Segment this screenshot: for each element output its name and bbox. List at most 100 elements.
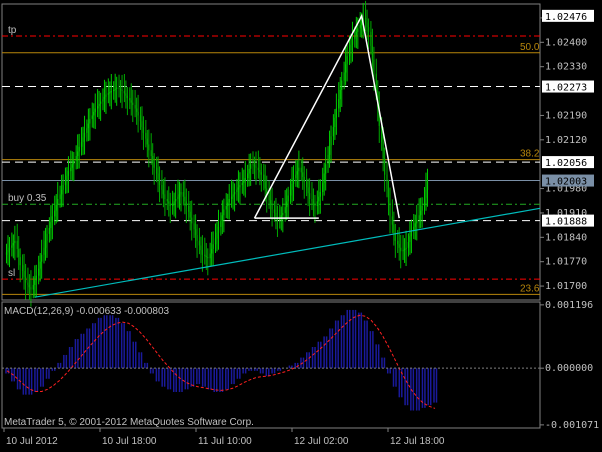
candle-body (173, 201, 175, 204)
chart-background (0, 0, 602, 452)
candle-body (41, 254, 43, 262)
candle-body (268, 195, 270, 201)
candle-body (113, 89, 115, 92)
tag-1.01888: 1.01888 (545, 217, 587, 228)
candle-body (21, 265, 24, 271)
candle-body (330, 136, 332, 146)
candle-body (116, 87, 118, 89)
candle-body (59, 194, 61, 200)
candle-body (11, 245, 13, 248)
candle-body (94, 108, 96, 112)
macd-tick-label: 0.000000 (545, 363, 593, 374)
candle-body (80, 142, 83, 147)
candle-body (57, 199, 59, 205)
candle-body (264, 181, 266, 189)
candle-body (260, 172, 262, 175)
candle-body (323, 173, 325, 183)
candle-body (280, 215, 282, 218)
candle-body (319, 192, 321, 197)
candle-body (162, 189, 165, 195)
candle-body (48, 228, 50, 234)
trading-chart[interactable]: tp50.038.2buy 0.35sl23.6 1.024701.024001… (0, 0, 602, 452)
price-tick-label: 1.01770 (545, 257, 587, 268)
level-label-buy: buy 0.35 (8, 193, 47, 204)
candle-body (233, 192, 236, 195)
candle-body (306, 181, 308, 188)
price-tick-label: 1.02330 (545, 62, 587, 73)
candle-body (387, 188, 390, 203)
candle-body (146, 138, 148, 145)
candle-body (207, 257, 209, 259)
candle-body (137, 111, 139, 116)
candle-body (384, 158, 386, 175)
candle-body (357, 28, 359, 32)
candle-body (284, 207, 286, 213)
candle-body (114, 88, 116, 90)
candle-body (259, 169, 261, 173)
candle-body (158, 179, 161, 186)
candle-body (298, 167, 300, 172)
candle-body (295, 174, 297, 179)
candle-body (64, 180, 67, 186)
candle-body (367, 27, 370, 32)
candle-body (309, 193, 311, 200)
candle-body (289, 189, 292, 196)
candle-body (382, 142, 384, 159)
candle-body (60, 189, 63, 195)
candle-body (107, 93, 109, 95)
candle-body (168, 201, 170, 204)
candle-body (30, 287, 32, 290)
candle-body (73, 160, 75, 165)
candle-body (19, 257, 21, 266)
candle-body (75, 156, 77, 161)
candle-body (119, 88, 122, 90)
candle-body (346, 56, 348, 65)
candle-body (32, 284, 34, 290)
candle-body (34, 280, 36, 285)
tag-1.02003: 1.02003 (545, 177, 587, 188)
candle-body (345, 64, 347, 73)
candle-body (225, 205, 227, 210)
candle-body (67, 171, 70, 176)
candle-body (55, 204, 57, 211)
candle-body (123, 91, 125, 94)
candle-body (7, 250, 9, 253)
candle-body (398, 244, 400, 248)
candle-body (405, 247, 407, 249)
candle-body (303, 176, 305, 182)
candle-body (269, 200, 272, 205)
candle-body (407, 241, 410, 248)
level-label-fib-23.6: 23.6 (520, 283, 540, 294)
candle-body (148, 144, 150, 151)
candle-body (247, 173, 249, 179)
candle-body (91, 115, 93, 119)
candle-body (89, 118, 91, 124)
candle-body (354, 35, 356, 39)
candle-body (93, 111, 95, 116)
candle-body (5, 252, 8, 255)
candle-body (46, 233, 48, 241)
candle-body (339, 89, 341, 100)
candle-body (97, 106, 99, 109)
candle-body (189, 211, 191, 218)
candle-body (188, 205, 190, 212)
candle-body (413, 226, 415, 231)
candle-body (227, 202, 229, 206)
price-tick-label: 1.01700 (545, 281, 587, 292)
tag-1.02476: 1.02476 (545, 12, 587, 23)
candle-body (121, 89, 123, 92)
candle-body (325, 164, 327, 174)
candle-body (393, 224, 395, 233)
candle-body (237, 187, 240, 190)
candle-body (145, 132, 147, 139)
candle-body (71, 164, 73, 168)
candle-body (307, 187, 309, 194)
candle-body (62, 185, 64, 190)
candle-body (205, 255, 207, 258)
candle-body (252, 164, 254, 166)
candle-body (126, 95, 128, 99)
candle-body (98, 103, 100, 107)
candle-body (263, 174, 265, 182)
candle-body (78, 146, 80, 152)
candle-body (43, 247, 45, 255)
